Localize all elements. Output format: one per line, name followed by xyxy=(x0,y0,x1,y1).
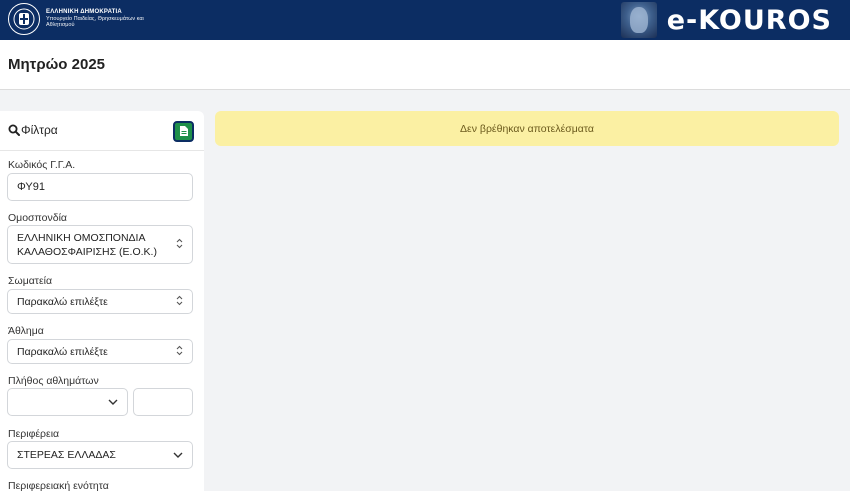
kouros-statue-icon xyxy=(620,2,657,38)
sport-select[interactable]: Παρακαλώ επιλέξτε xyxy=(7,339,193,364)
chevron-down-icon xyxy=(108,396,118,408)
code-input[interactable] xyxy=(7,173,193,201)
athletes-count-input-field[interactable] xyxy=(134,389,192,415)
clubs-select[interactable]: Παρακαλώ επιλέξτε xyxy=(7,289,193,314)
sport-value: Παρακαλώ επιλέξτε xyxy=(17,345,108,358)
clubs-value: Παρακαλώ επιλέξτε xyxy=(17,295,108,308)
clubs-label: Σωματεία xyxy=(8,275,53,287)
code-label: Κωδικός Γ.Γ.Α. xyxy=(8,159,76,171)
sort-updown-icon xyxy=(176,345,183,359)
brand-name: e-KOUROS xyxy=(666,4,832,36)
federation-value: ΕΛΛΗΝΙΚΗ ΟΜΟΣΠΟΝΔΙΑ ΚΑΛΑΘΟΣΦΑΙΡΙΣΗΣ (Ε.Ο… xyxy=(17,231,157,258)
region-value: ΣΤΕΡΕΑΣ ΕΛΛΑΔΑΣ xyxy=(17,449,116,461)
athletes-count-label: Πλήθος αθλημάτων xyxy=(8,375,99,387)
export-button[interactable] xyxy=(173,121,194,142)
sort-updown-icon xyxy=(176,295,183,309)
federation-label: Ομοσπονδία xyxy=(8,212,67,224)
brand-logo[interactable]: e-KOUROS xyxy=(620,1,832,39)
filters-heading: Φίλτρα xyxy=(21,123,58,137)
no-results-message: Δεν βρέθηκαν αποτελέσματα xyxy=(460,122,594,135)
region-select[interactable]: ΣΤΕΡΕΑΣ ΕΛΛΑΔΑΣ xyxy=(7,441,193,469)
sort-updown-icon xyxy=(176,238,183,252)
gov-logo[interactable]: ΕΛΛΗΝΙΚΗ ΔΗΜΟΚΡΑΤΙΑ Υπουργείο Παιδείας, … xyxy=(8,3,156,35)
federation-select[interactable]: ΕΛΛΗΝΙΚΗ ΟΜΟΣΠΟΝΔΙΑ ΚΑΛΑΘΟΣΦΑΙΡΙΣΗΣ (Ε.Ο… xyxy=(7,225,193,264)
chevron-down-icon xyxy=(173,449,183,461)
no-results-alert: Δεν βρέθηκαν αποτελέσματα xyxy=(215,111,839,146)
sport-label: Άθλημα xyxy=(8,325,44,337)
regional-unit-label: Περιφερειακή ενότητα xyxy=(8,480,109,491)
page-title: Μητρώο 2025 xyxy=(8,56,106,73)
search-icon xyxy=(8,123,20,141)
file-icon xyxy=(179,123,188,141)
filters-panel: Φίλτρα Κωδικός Γ.Γ.Α. Ομοσπονδία ΕΛΛΗΝΙΚ… xyxy=(0,111,204,491)
region-label: Περιφέρεια xyxy=(8,428,60,440)
athletes-count-input[interactable] xyxy=(133,388,193,416)
title-bar: Μητρώο 2025 xyxy=(0,40,850,90)
filters-header: Φίλτρα xyxy=(0,111,204,151)
greek-emblem-icon xyxy=(8,3,40,35)
athletes-count-operator-select[interactable] xyxy=(7,388,128,416)
top-bar: ΕΛΛΗΝΙΚΗ ΔΗΜΟΚΡΑΤΙΑ Υπουργείο Παιδείας, … xyxy=(0,0,850,40)
gov-subtitle: Υπουργείο Παιδείας, Θρησκευμάτων και Αθλ… xyxy=(46,16,144,29)
code-input-field[interactable] xyxy=(8,174,192,200)
